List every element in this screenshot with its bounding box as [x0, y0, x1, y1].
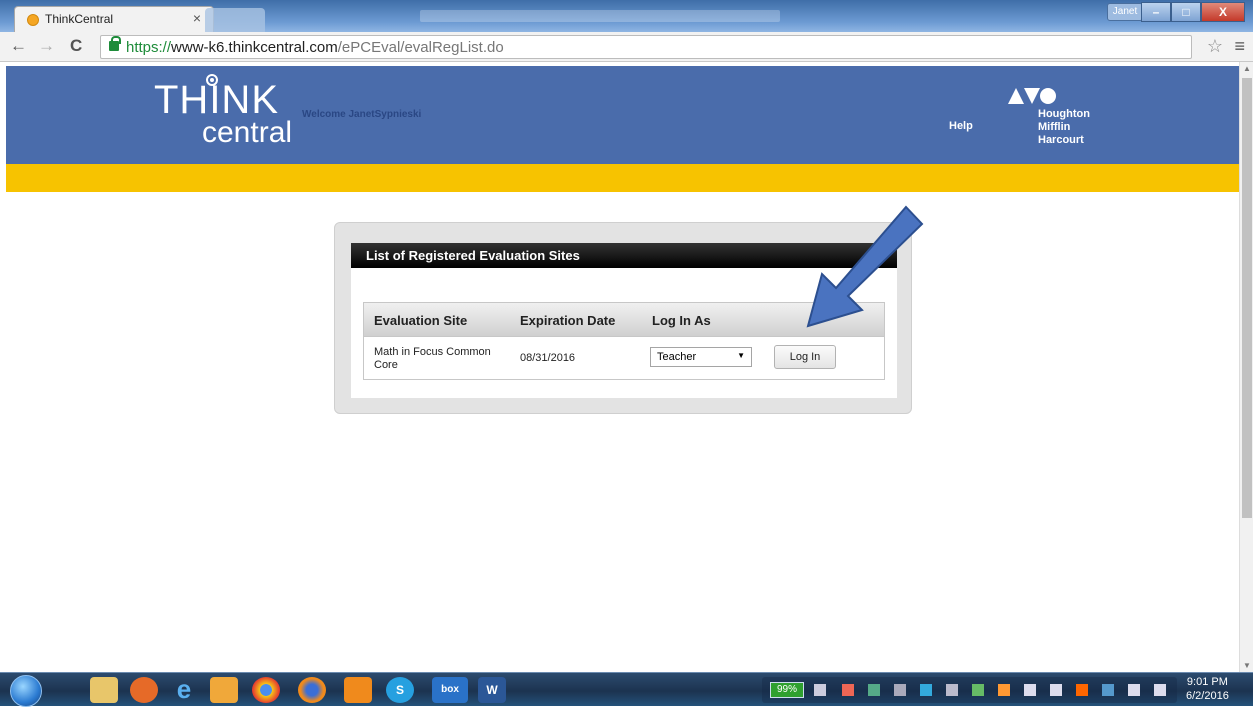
- scroll-down-icon[interactable]: ▼: [1243, 661, 1251, 670]
- annotation-arrow-icon: [806, 205, 924, 328]
- scroll-thumb[interactable]: [1242, 78, 1252, 518]
- lock-icon: [109, 36, 121, 51]
- address-bar[interactable]: https://www-k6.thinkcentral.com/ePCEval/…: [100, 35, 1192, 59]
- maximize-button[interactable]: □: [1171, 2, 1201, 22]
- background-window-title: [420, 10, 780, 22]
- vertical-scrollbar[interactable]: ▲ ▼: [1239, 62, 1253, 672]
- internet-explorer-icon[interactable]: e: [170, 676, 198, 703]
- browser-toolbar: ← → C https://www-k6.thinkcentral.com/eP…: [0, 32, 1253, 62]
- skype-icon[interactable]: S: [386, 677, 414, 703]
- word-icon[interactable]: W: [478, 677, 506, 703]
- minimize-button[interactable]: –: [1141, 2, 1171, 22]
- outlook-icon[interactable]: [210, 677, 238, 703]
- start-button[interactable]: [10, 675, 42, 707]
- system-tray: 99%: [762, 677, 1177, 703]
- tab-thinkcentral[interactable]: ThinkCentral ×: [14, 6, 214, 32]
- battery-icon[interactable]: 99%: [770, 682, 804, 698]
- browser-tabstrip: ThinkCentral × Janet – □ X: [0, 0, 1253, 32]
- reload-button[interactable]: C: [70, 36, 82, 56]
- app-orange-icon[interactable]: [344, 677, 372, 703]
- system-clock[interactable]: 9:01 PM 6/2/2016: [1186, 675, 1229, 703]
- file-explorer-icon[interactable]: [90, 677, 118, 703]
- tab-title: ThinkCentral: [45, 12, 114, 26]
- forward-button[interactable]: →: [38, 36, 55, 56]
- scroll-up-icon[interactable]: ▲: [1243, 64, 1251, 73]
- profile-button[interactable]: Janet: [1107, 3, 1143, 21]
- favicon-icon: [27, 14, 39, 26]
- windows-taskbar: e S box W 99% 9:01 PM 6/2/2016: [0, 672, 1253, 707]
- firefox-icon[interactable]: [298, 677, 326, 703]
- chrome-icon[interactable]: [252, 677, 280, 703]
- url-text: https://www-k6.thinkcentral.com/ePCEval/…: [126, 39, 504, 56]
- chrome-menu-icon[interactable]: ≡: [1234, 36, 1245, 57]
- back-button[interactable]: ←: [10, 36, 27, 56]
- window-controls: – □ X: [1141, 2, 1245, 22]
- bookmark-star-icon[interactable]: ☆: [1207, 36, 1223, 57]
- tab-background[interactable]: [205, 8, 265, 32]
- close-tab-icon[interactable]: ×: [193, 10, 201, 26]
- box-icon[interactable]: box: [432, 677, 468, 703]
- media-player-icon[interactable]: [130, 677, 158, 703]
- close-window-button[interactable]: X: [1201, 2, 1245, 22]
- tray-icons[interactable]: [812, 677, 1172, 703]
- page-viewport: THINK central Welcome JanetSypnieski Hel…: [0, 62, 1239, 672]
